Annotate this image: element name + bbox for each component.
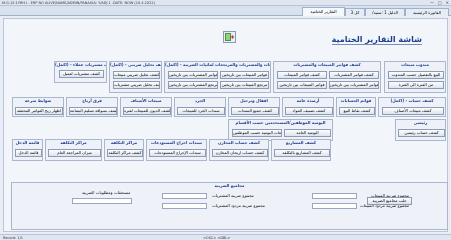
pos-group: قوائم الحسابات كشف نقاط البيع xyxy=(336,97,376,117)
all-vouchers-group: اقفال وترحيل كشف جميع السندات xyxy=(228,97,280,117)
warehouse-out-group: سندات اخراج المستودعات سندات الإخراج الم… xyxy=(146,139,207,161)
tab-three[interactable]: كل 3 xyxy=(345,8,365,16)
sales-invoices-button[interactable]: كشف فواتير المبيعات xyxy=(277,71,327,79)
purchase-invoices-button[interactable]: كشف فواتير المشتريات xyxy=(329,71,379,79)
purchase-invoices-between-dates-button[interactable]: فواتير المشتريات بين تاريخين xyxy=(168,71,218,79)
sales-invoices-between-dates-button[interactable]: فواتير المبيعات بين تاريخين xyxy=(220,71,269,79)
group-title: كشف فواتير المبيعات والمشتريات والمرتجعا… xyxy=(165,62,270,67)
sales-by-rep-button[interactable]: البيع بالتفصيل حسب المندوب xyxy=(388,71,444,79)
group-title: كشف فواتير المبيعات والمشتريات xyxy=(293,62,361,67)
exit-form-button[interactable] xyxy=(223,31,236,43)
sales-invoices-dates-button[interactable]: فواتير المبيعات بين تاريخين xyxy=(277,81,327,89)
record-counter: Record: 1/1 xyxy=(3,235,24,240)
window-title: M.G.12:1YRH.I - ERP NO ALIVE/NAME/ADMIN/… xyxy=(2,0,155,5)
tax-invoices-group: كشف فواتير المبيعات والمشتريات والمرتجعا… xyxy=(164,61,271,93)
tax-totals-group: مجاميع الضريبة مجموع ضريبة المبيعات مجمو… xyxy=(11,182,448,230)
tab-main-invoice[interactable]: الفاتورة الرئيسية xyxy=(405,8,449,16)
sales-returns-tax-field[interactable] xyxy=(312,203,357,209)
group-title: اقفال وترحيل xyxy=(240,98,268,103)
status-bar: Record: 1/1 <OSC> <DBL> xyxy=(0,234,451,240)
group-title: أرصدة عامة xyxy=(296,98,320,103)
sales-tax-field[interactable] xyxy=(312,193,357,199)
group-title: فرق أرباح xyxy=(82,98,102,103)
sales-debts-period-button[interactable]: كشف الديون للمبيعات لفترة xyxy=(123,107,171,115)
customer-purchases-group: كشف مشتريات عملاء - (اكمل) كشف مشتريات ل… xyxy=(54,61,107,83)
purchase-invoices-dates-button[interactable]: فواتير المشتريات بين تاريخين xyxy=(329,81,379,89)
profit-diff-group: فرق أرباح كشف بسواقة تسليم البضاعة xyxy=(66,97,118,117)
item-sales-button[interactable]: كشف مبيعات الأصناف xyxy=(382,107,444,115)
journal-group: اليومية الموظفين/المستخدمين حسب الأقسام … xyxy=(228,119,333,141)
group-title: كشف تحليل ضريبي - (اكمل) xyxy=(110,62,161,67)
final-reports-panel: شاشة التقارير الختامية كشف مشتريات عملاء… xyxy=(3,18,448,232)
sales-returns-between-dates-button[interactable]: مرتجع المبيعات بين تاريخين xyxy=(220,81,269,89)
group-title: رئيسي xyxy=(413,120,428,125)
group-title: كشف حساب المخازن xyxy=(217,140,261,145)
warehouse-account-group: كشف حساب المخازن كشف حساب اربحان المخازن xyxy=(209,139,269,161)
maximize-icon[interactable]: □ xyxy=(438,0,442,5)
tab-final-reports[interactable]: التقارير الختامية xyxy=(302,7,345,16)
inventory-sales-vouchers-button[interactable]: سندات الجرد للمبيعات xyxy=(177,107,225,115)
all-vouchers-button[interactable]: كشف جميع السندات xyxy=(231,107,279,115)
general-journal-button[interactable]: اليومية العامة xyxy=(284,129,331,137)
warehouse-profit-button[interactable]: كشف حساب اربحان المخازن xyxy=(212,149,268,157)
group-title: الجرد xyxy=(194,98,206,103)
trial-balance-button[interactable]: ميزان المراجعة العام xyxy=(48,149,101,157)
group-title: سندات اخراج المستودعات xyxy=(150,140,203,145)
main-account-statement-button[interactable]: كشف حساب رئيسي xyxy=(398,129,445,137)
income-statement-group: قائمة الدخل قائمة الدخل xyxy=(12,139,43,161)
debts-group: مبيعات الأصناف كشف الديون للمبيعات لفترة xyxy=(120,97,172,117)
tab-guide[interactable]: /الدليل 1 :سنية xyxy=(365,8,405,16)
sales-reps-group: مندوب مبيعات البيع بالتفصيل حسب المندوب … xyxy=(384,61,446,93)
sales-rep-period-button[interactable]: من الفترة الى الفترة xyxy=(388,81,444,89)
delivery-report-button[interactable]: كشف بسواقة تسليم البضاعة xyxy=(69,107,117,115)
close-icon[interactable]: × xyxy=(446,0,449,5)
warehouse-out-vouchers-button[interactable]: سندات الإخراج المستودعات xyxy=(149,149,206,157)
fetch-tax-totals-button[interactable]: جلب مجاميع الضريبة xyxy=(367,197,412,205)
invoices-group: كشف فواتير المبيعات والمشتريات كشف فواتي… xyxy=(273,61,381,93)
income-statement-button[interactable]: قائمة الدخل xyxy=(15,149,42,157)
group-title: كشف مشتريات عملاء - (اكمل) xyxy=(55,62,106,67)
page-title: شاشة التقارير الختامية xyxy=(331,35,422,45)
minimize-icon[interactable]: — xyxy=(430,0,434,5)
purchases-returns-tax-label: مجموع ضريبة مردود المشتريات xyxy=(212,203,265,208)
keyboard-status: <OSC> <DBL> xyxy=(203,235,231,240)
daily-sales-by-employee-button[interactable]: المبيعات اليومية حسب الموظفين xyxy=(232,129,282,137)
main-account-group: رئيسي كشف حساب رئيسي xyxy=(395,119,446,141)
cost-centers-button[interactable]: كشف مراكز التكلفة xyxy=(107,149,143,157)
sales-tax-analysis-button[interactable]: كشف تحليل ضريبي مبيعات xyxy=(113,71,160,79)
purchases-tax-field[interactable] xyxy=(162,193,207,199)
delivery-group: ضوابط سرعة اظهار ربح الفواتير المحققة xyxy=(12,97,64,117)
group-title: ضوابط سرعة xyxy=(24,98,52,103)
item-classification-group: أرصدة عامة كشف تصنيف المواد xyxy=(282,97,334,117)
group-title: كشف حساب - (اكمل) xyxy=(390,98,434,103)
realized-invoice-profit-button[interactable]: اظهار ربح الفواتير المحققة xyxy=(15,107,63,115)
group-title: مراكز التكلفة xyxy=(110,140,138,145)
purchases-returns-tax-field[interactable] xyxy=(162,203,207,209)
purchases-tax-label: مجموع ضريبة المشتريات xyxy=(212,193,254,198)
purchase-returns-between-dates-button[interactable]: مرتجع المشتريات بين تاريخين xyxy=(168,81,218,89)
tax-dues-field[interactable] xyxy=(72,198,132,204)
cost-centers-group: مراكز التكلفة ميزان المراجعة العام xyxy=(45,139,102,161)
tax-dues-label: مستحقات ومطلوبات الضريبة xyxy=(82,190,131,195)
item-sales-group: كشف حساب - (اكمل) كشف مبيعات الأصناف xyxy=(378,97,446,117)
group-title: مندوب مبيعات xyxy=(401,62,429,67)
group-title: قائمة الدخل xyxy=(15,140,40,145)
group-title: كشف المشاريع xyxy=(285,140,317,145)
cost-center-report-group: مراكز التكلفة كشف مراكز التكلفة xyxy=(104,139,144,161)
tax-totals-title: مجاميع الضريبة xyxy=(214,183,245,188)
item-classification-button[interactable]: كشف تصنيف المواد xyxy=(285,107,333,115)
group-title: مبيعات الأصناف xyxy=(130,98,162,103)
group-title: قوائم الحسابات xyxy=(340,98,372,103)
purchases-tax-analysis-button[interactable]: كشف تحليل ضريبي مشتريات xyxy=(113,81,160,89)
projects-group: كشف المشاريع كشف المشاريع بالتكلفة xyxy=(271,139,331,161)
pos-report-button[interactable]: كشف نقاط البيع xyxy=(339,107,375,115)
tabs-bar: الفاتورة الرئيسية /الدليل 1 :سنية كل 3 ا… xyxy=(0,6,451,16)
group-title: اليومية الموظفين/المستخدمين حسب الأقسام xyxy=(235,120,326,125)
inventory-vouchers-group: الجرد سندات الجرد للمبيعات xyxy=(174,97,226,117)
customer-purchases-button[interactable]: كشف مشتريات لعميل xyxy=(59,70,104,78)
exit-door-icon xyxy=(225,33,234,41)
projects-cost-button[interactable]: كشف المشاريع بالتكلفة xyxy=(274,149,330,157)
group-title: مراكز التكلفة xyxy=(60,140,87,145)
tax-analysis-group: كشف تحليل ضريبي - (اكمل) كشف تحليل ضريبي… xyxy=(109,61,162,93)
